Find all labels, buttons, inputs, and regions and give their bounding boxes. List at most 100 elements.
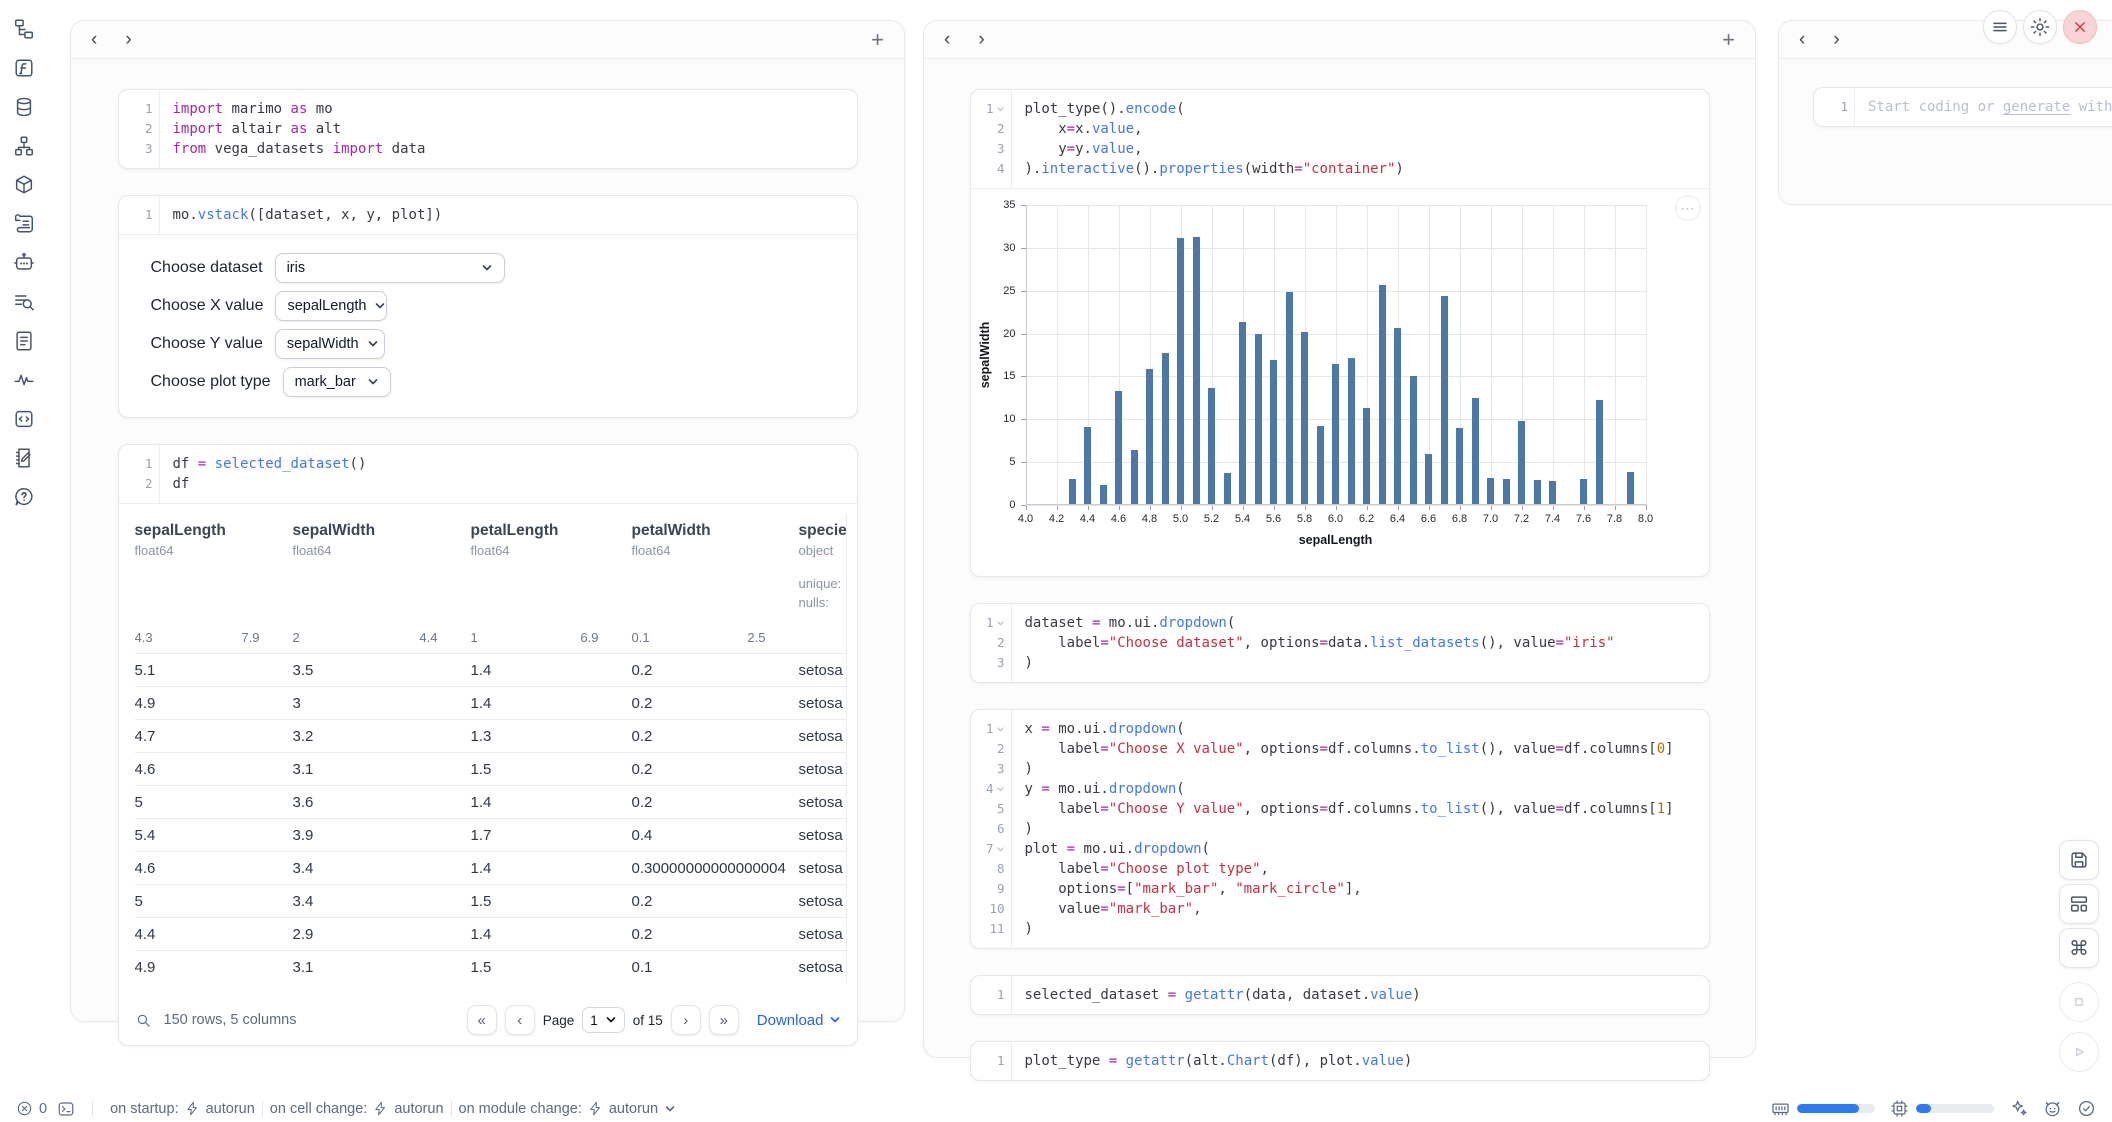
code-line: 4).interactive().properties(width="conta… xyxy=(971,159,1709,179)
code-editor[interactable]: 1dataset = mo.ui.dropdown(2 label="Choos… xyxy=(971,604,1709,682)
chart-bar xyxy=(1503,479,1510,505)
column-middle-header: ‹ › + xyxy=(924,21,1755,59)
prev-page-button[interactable]: ‹ xyxy=(505,1005,535,1035)
next-page-button[interactable]: › xyxy=(671,1005,701,1035)
table-row: 53.41.50.2setosa xyxy=(135,884,846,917)
fold-chevron-icon[interactable] xyxy=(996,725,1005,734)
sparkles-icon[interactable] xyxy=(2009,1099,2028,1118)
column-name[interactable]: petalWidth xyxy=(632,522,799,540)
chart-actions-button[interactable]: ⋯ xyxy=(1675,195,1701,221)
add-cell-button[interactable]: + xyxy=(1722,29,1735,51)
datasources-icon[interactable] xyxy=(11,94,37,120)
autorun-toggle[interactable]: on startup:autorun xyxy=(110,1101,255,1117)
line-number: 4 xyxy=(971,779,1011,799)
code-editor[interactable]: 1import marimo as mo2import altair as al… xyxy=(119,90,857,168)
altair-chart[interactable]: ⋯ 4.04.24.44.64.85.05.25.45.65.86.06.26.… xyxy=(971,188,1709,576)
errors-indicator[interactable]: 0 xyxy=(16,1100,47,1117)
chart-bar xyxy=(1596,400,1603,505)
scroll-right-button[interactable]: › xyxy=(125,30,131,49)
column-name[interactable]: petalLength xyxy=(471,522,632,540)
column-right: ‹ › 1 Start coding or generate with AI xyxy=(1778,20,2112,205)
dropdown-choose-dataset[interactable]: iris xyxy=(275,253,505,283)
download-button[interactable]: Download xyxy=(757,1012,841,1029)
column-histogram xyxy=(135,571,260,625)
chevron-down-icon xyxy=(481,262,493,274)
page-select[interactable]: 1 xyxy=(582,1007,625,1033)
column-name[interactable]: sepalLength xyxy=(135,522,293,540)
code-editor[interactable]: 1mo.vstack([dataset, x, y, plot]) xyxy=(119,196,857,234)
fold-chevron-icon[interactable] xyxy=(996,105,1005,114)
terminal-icon[interactable] xyxy=(57,1100,75,1118)
dependencies-icon[interactable] xyxy=(11,133,37,159)
scratchpad-icon[interactable] xyxy=(11,445,37,471)
help-icon[interactable] xyxy=(11,484,37,510)
table-cell: setosa xyxy=(799,761,847,778)
table-cell: 3.4 xyxy=(293,860,471,877)
code-editor-icon[interactable] xyxy=(11,406,37,432)
scroll-left-button[interactable]: ‹ xyxy=(1799,30,1805,49)
chart-bar xyxy=(1193,237,1200,505)
code-editor[interactable]: 1plot_type = getattr(alt.Chart(df), plot… xyxy=(971,1042,1709,1080)
first-page-button[interactable]: « xyxy=(467,1005,497,1035)
autorun-toggle[interactable]: on module change:autorun xyxy=(459,1101,677,1117)
bolt-icon xyxy=(588,1101,603,1116)
column-name[interactable]: species xyxy=(799,522,847,540)
code-editor[interactable]: 1 Start coding or generate with AI xyxy=(1814,88,2112,126)
code-line: 1import marimo as mo xyxy=(119,99,857,119)
scroll-right-button[interactable]: › xyxy=(1833,30,1839,49)
snippets-icon[interactable] xyxy=(11,328,37,354)
last-page-button[interactable]: » xyxy=(709,1005,739,1035)
scroll-right-button[interactable]: › xyxy=(978,30,984,49)
x-tick-label: 4.0 xyxy=(1011,513,1041,525)
feedback-icon[interactable] xyxy=(2043,1099,2062,1118)
dropdown-choose-x-value[interactable]: sepalLength xyxy=(275,291,387,321)
code-line: 8 label="Choose plot type", xyxy=(971,859,1709,879)
logs-icon[interactable] xyxy=(11,289,37,315)
layout-button[interactable] xyxy=(2059,884,2099,924)
line-number: 3 xyxy=(119,139,159,159)
code-text: ) xyxy=(1011,819,1033,839)
file-tree-icon[interactable] xyxy=(11,16,37,42)
column-name[interactable]: sepalWidth xyxy=(293,522,471,540)
cell-chart: 1plot_type().encode(2 x=x.value,3 y=y.va… xyxy=(970,89,1710,577)
dropdown-choose-y-value[interactable]: sepalWidth xyxy=(275,329,385,359)
column-right-body: 1 Start coding or generate with AI xyxy=(1779,59,2112,127)
code-text: df xyxy=(159,474,190,494)
code-editor[interactable]: 1df = selected_dataset()2df xyxy=(119,445,857,503)
code-editor[interactable]: 1selected_dataset = getattr(data, datase… xyxy=(971,976,1709,1014)
packages-icon[interactable] xyxy=(11,172,37,198)
close-button[interactable] xyxy=(2063,10,2097,44)
chart-bar xyxy=(1549,481,1556,505)
stop-button[interactable] xyxy=(2059,982,2099,1022)
menu-button[interactable] xyxy=(1983,10,2017,44)
code-line: 1plot_type = getattr(alt.Chart(df), plot… xyxy=(971,1051,1709,1071)
add-cell-button[interactable]: + xyxy=(871,29,884,51)
code-editor[interactable]: 1x = mo.ui.dropdown(2 label="Choose X va… xyxy=(971,710,1709,948)
documentation-icon[interactable] xyxy=(11,211,37,237)
ai-chat-icon[interactable] xyxy=(11,250,37,276)
code-editor[interactable]: 1plot_type().encode(2 x=x.value,3 y=y.va… xyxy=(971,90,1709,188)
scroll-left-button[interactable]: ‹ xyxy=(944,30,950,49)
functions-icon[interactable] xyxy=(11,55,37,81)
chart-bar xyxy=(1518,421,1525,505)
save-button[interactable] xyxy=(2059,840,2099,880)
tracing-icon[interactable] xyxy=(11,367,37,393)
table-cell: 0.2 xyxy=(632,662,799,679)
table-cell: 1.4 xyxy=(471,794,632,811)
run-button[interactable] xyxy=(2059,1032,2099,1072)
keyboard-shortcuts-button[interactable]: ⌘ xyxy=(2059,928,2099,968)
dropdown-choose-plot-type[interactable]: mark_bar xyxy=(283,367,391,397)
scroll-left-button[interactable]: ‹ xyxy=(91,30,97,49)
line-number: 2 xyxy=(971,739,1011,759)
fold-chevron-icon[interactable] xyxy=(996,845,1005,854)
generate-link[interactable]: generate xyxy=(2003,99,2070,115)
fold-chevron-icon[interactable] xyxy=(996,619,1005,628)
code-text: label="Choose plot type", xyxy=(1011,859,1269,879)
autorun-toggle[interactable]: on cell change:autorun xyxy=(270,1101,444,1117)
cell-imports: 1import marimo as mo2import altair as al… xyxy=(118,89,858,169)
fold-chevron-icon[interactable] xyxy=(996,785,1005,794)
line-number: 1 xyxy=(119,99,159,119)
settings-button[interactable] xyxy=(2023,10,2057,44)
search-icon[interactable] xyxy=(135,1012,152,1029)
table-cell: setosa xyxy=(799,926,847,943)
